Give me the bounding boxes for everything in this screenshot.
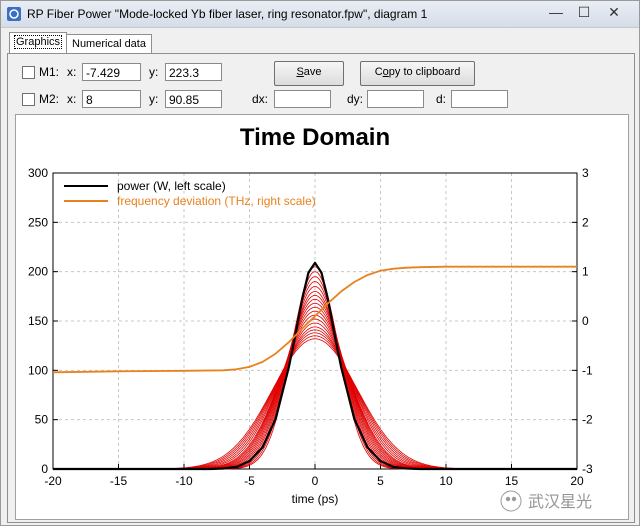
y2-tick-label: -2 (582, 413, 593, 427)
x-tick-label: 15 (505, 474, 519, 488)
m2-y-label: y: (149, 92, 159, 106)
y-tick-label: 200 (28, 265, 48, 279)
tab-numerical-data-label: Numerical data (72, 38, 146, 50)
x-tick-label: 0 (312, 474, 319, 488)
x-tick-label: -10 (175, 474, 193, 488)
app-icon (7, 7, 21, 21)
y-tick-label: 0 (41, 462, 48, 476)
m2-x-field[interactable]: 8 (82, 90, 141, 108)
chart-title: Time Domain (240, 124, 390, 151)
maximize-button[interactable]: ☐ (572, 3, 596, 21)
copy-button-label-end: py to clipboard (388, 66, 461, 78)
x-tick-label: 20 (570, 474, 584, 488)
m1-y-field[interactable]: 223.3 (165, 63, 222, 81)
x-tick-label: -20 (44, 474, 62, 488)
plot-area[interactable]: Time Domain -20 -15 -10 -5 0 5 10 15 20 0 50 100 150 2… (15, 114, 629, 520)
m1-x-field[interactable]: -7.429 (82, 63, 141, 81)
dy-label: dy: (347, 92, 364, 106)
y2-tick-label: 1 (582, 265, 589, 279)
graphics-panel: M1: x: -7.429 y: 223.3 M2: x: 8 y: 90.85… (7, 53, 635, 523)
power-history-trace (157, 329, 473, 470)
minimize-button[interactable]: — (544, 3, 568, 21)
legend-label: frequency deviation (THz, right scale) (117, 194, 316, 208)
x-tick-label: -5 (244, 474, 255, 488)
y-tick-label: 250 (28, 215, 48, 229)
legend-label: power (W, left scale) (117, 179, 226, 193)
y2-tick-label: 3 (582, 166, 589, 180)
d-label: d: (436, 92, 447, 106)
m1-y-label: y: (149, 65, 159, 79)
y-tick-label: 300 (28, 166, 48, 180)
window-title: RP Fiber Power "Mode-locked Yb fiber las… (27, 7, 428, 21)
m2-y-field[interactable]: 90.85 (165, 90, 222, 108)
y2-tick-label: 0 (582, 314, 589, 328)
close-button[interactable]: ✕ (602, 3, 626, 21)
watermark-text: 武汉星光 (528, 493, 592, 511)
m2-checkbox[interactable] (22, 93, 35, 106)
copy-button-label-start: C (374, 66, 383, 78)
watermark: 武汉星光 (500, 490, 592, 512)
dx-field[interactable] (274, 90, 331, 108)
save-button-label: ave (303, 66, 322, 78)
y-tick-label: 150 (28, 314, 48, 328)
app-window: RP Fiber Power "Mode-locked Yb fiber las… (0, 0, 640, 526)
tab-graphics-label: Graphics (14, 35, 63, 49)
x-tick-label: 5 (377, 474, 384, 488)
dx-label: dx: (252, 92, 269, 106)
y-tick-label: 100 (28, 363, 48, 377)
y-tick-label: 50 (35, 413, 49, 427)
m1-checkbox[interactable] (22, 66, 35, 79)
d-field[interactable] (451, 90, 508, 108)
title-bar[interactable]: RP Fiber Power "Mode-locked Yb fiber las… (1, 1, 639, 28)
x-tick-label: 10 (439, 474, 453, 488)
x-axis-label: time (ps) (292, 492, 339, 506)
x-tick-label: -15 (110, 474, 128, 488)
y2-tick-label: 2 (582, 215, 589, 229)
power-history-trace (157, 281, 473, 470)
m1-label: M1: (39, 65, 60, 79)
tab-numerical-data[interactable]: Numerical data (66, 34, 152, 53)
save-button-hotkey: S (296, 66, 304, 78)
time-domain-chart: Time Domain-20 -15 -10 -5 0 5 10 15 200501001502… (28, 124, 593, 506)
copy-to-clipboard-button[interactable]: Copy to clipboard (360, 61, 475, 86)
y2-tick-label: -1 (582, 363, 593, 377)
save-button[interactable]: Save (274, 61, 344, 86)
m1-x-label: x: (67, 65, 77, 79)
dy-field[interactable] (367, 90, 424, 108)
tab-graphics[interactable]: Graphics (9, 32, 68, 53)
y2-tick-label: -3 (582, 462, 593, 476)
m2-label: M2: (39, 92, 60, 106)
m2-x-label: x: (67, 92, 77, 106)
